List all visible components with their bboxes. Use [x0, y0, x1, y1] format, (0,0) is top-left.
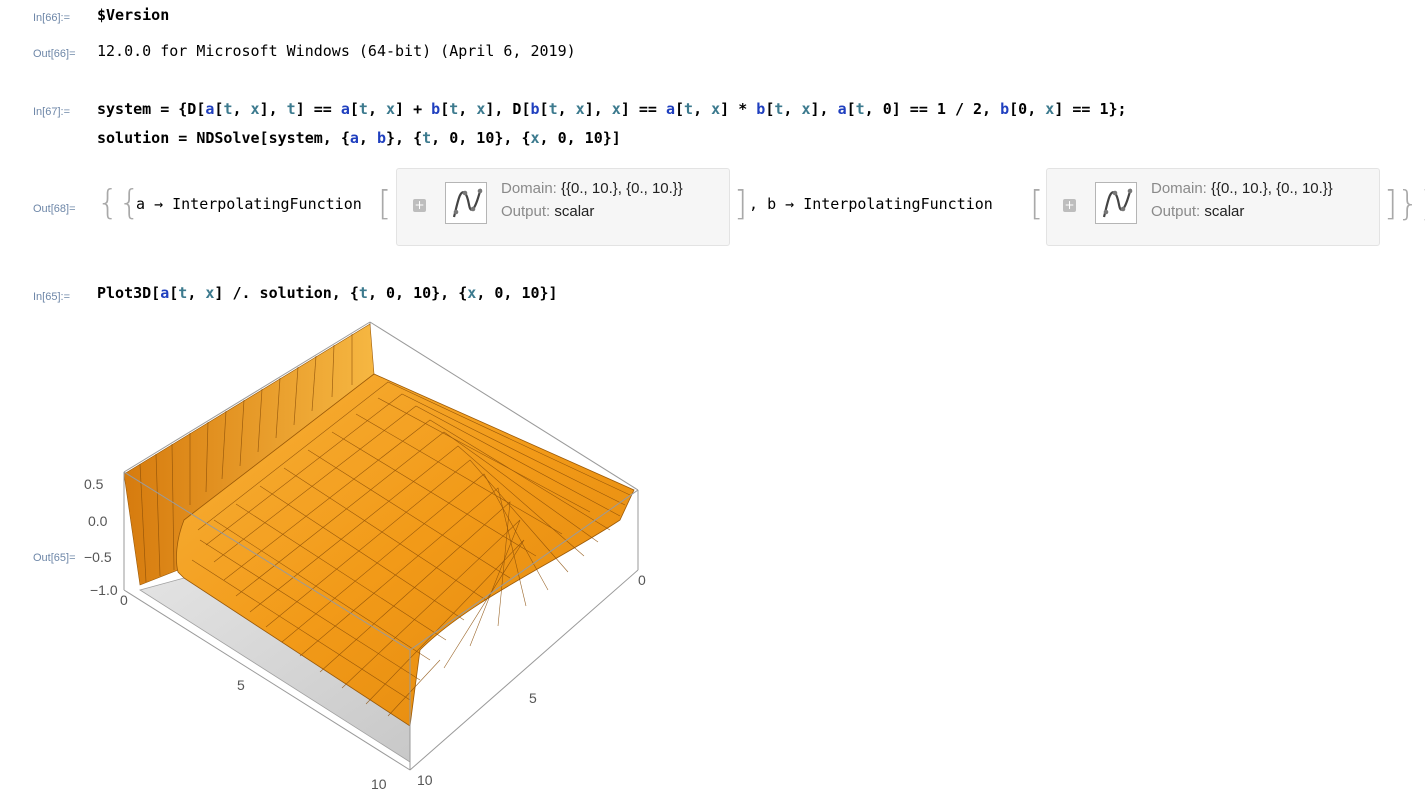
z-tick-1: 0.0	[88, 513, 108, 529]
x-tick-1: 5	[529, 690, 537, 706]
z-tick-3: −1.0	[90, 582, 118, 598]
plot3d-graphic[interactable]	[0, 0, 1425, 802]
z-tick-2: −0.5	[84, 549, 112, 565]
x-tick-0: 0	[638, 572, 646, 588]
t-tick-2: 10	[371, 776, 387, 792]
t-tick-0: 0	[120, 592, 128, 608]
z-tick-0: 0.5	[84, 476, 104, 492]
x-tick-2: 10	[417, 772, 433, 788]
t-tick-1: 5	[237, 677, 245, 693]
